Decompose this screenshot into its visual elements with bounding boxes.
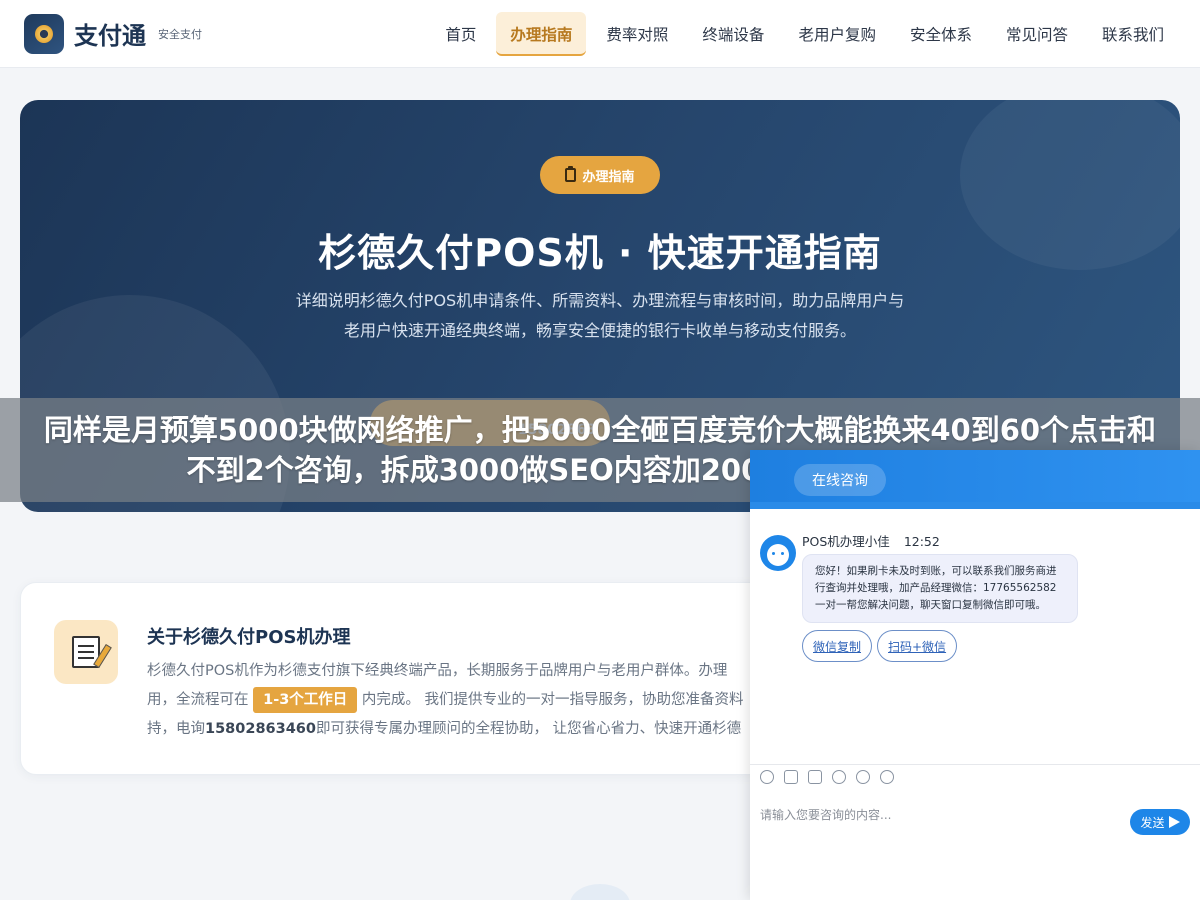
nav-contact[interactable]: 联系我们 [1088, 12, 1178, 56]
about-text-line: 杉德久付POS机作为杉德支付旗下经典终端产品，长期服务于品牌用户与老用户群体。办… [147, 663, 728, 679]
hero-title: 杉德久付POS机 · 快速开通指南 [318, 231, 882, 275]
nav-rates[interactable]: 费率对照 [592, 12, 682, 56]
chat-widget: 在线咨询 POS机办理小佳 12:52 您好！如果刷卡未及时到账，可以联系我们服务… [750, 450, 1200, 900]
hero-badge: 办理指南 [540, 156, 660, 194]
image-icon[interactable] [784, 770, 798, 784]
brand-name[interactable]: 支付通 [74, 16, 146, 51]
send-label: 发送 [1140, 815, 1165, 830]
avatar-face-icon [767, 544, 789, 566]
scan-wechat-label: 扫码+微信 [888, 639, 947, 654]
page: 支付通 安全支付 首页 办理指南 费率对照 终端设备 老用户复购 安全体系 常见… [0, 0, 1200, 900]
about-icon-box [54, 620, 118, 684]
main-nav: 首页 办理指南 费率对照 终端设备 老用户复购 安全体系 常见问答 联系我们 [431, 12, 1178, 56]
nav-devices[interactable]: 终端设备 [688, 12, 778, 56]
about-card: 关于杉德久付POS机办理 杉德久付POS机作为杉德支付旗下经典终端产品，长期服务… [20, 582, 780, 775]
nav-home[interactable]: 首页 [431, 12, 490, 56]
nav-guide[interactable]: 办理指南 [496, 12, 587, 56]
nav-faq[interactable]: 常见问答 [992, 12, 1082, 56]
about-title: 关于杉德久付POS机办理 [147, 627, 351, 648]
screenshot-icon[interactable] [808, 770, 822, 784]
copy-wechat-button[interactable]: 微信复制 [802, 630, 873, 662]
about-phone[interactable]: 15802863460 [205, 721, 316, 737]
top-header: 支付通 安全支付 首页 办理指南 费率对照 终端设备 老用户复购 安全体系 常见… [0, 0, 1200, 68]
about-text-line: 持，电询 [147, 721, 205, 737]
chat-body: POS机办理小佳 12:52 您好！如果刷卡未及时到账，可以联系我们服务商进行查询… [750, 509, 1200, 764]
chat-header-button[interactable]: 在线咨询 [794, 463, 886, 496]
voice-icon[interactable] [856, 770, 870, 784]
nav-security[interactable]: 安全体系 [896, 12, 986, 56]
agent-avatar [760, 535, 796, 571]
scan-wechat-button[interactable]: 扫码+微信 [877, 630, 958, 662]
memo-icon [72, 636, 100, 668]
hero-description: 详细说明杉德久付POS机申请条件、所需资料、办理流程与审核时间，助力品牌用户与老… [295, 291, 905, 340]
about-text-line: 即可获得专属办理顾问的全程协助， 让您省心省力、快速开通杉德 [315, 721, 742, 737]
about-text-line: 内完成。 我们提供专业的一对一指导服务，协助您准备资料 [361, 692, 744, 708]
chat-input[interactable] [760, 800, 1120, 830]
brand-tagline: 安全支付 [158, 27, 202, 41]
chat-header: 在线咨询 [750, 450, 1200, 509]
rating-icon[interactable] [832, 770, 846, 784]
processing-days-badge: 1-3个工作日 [253, 687, 358, 713]
logo-coin-icon [35, 24, 53, 43]
chat-divider [750, 764, 1200, 765]
message-time: 12:52 [903, 534, 940, 549]
nav-repurchase[interactable]: 老用户复购 [784, 12, 890, 56]
copy-wechat-label: 微信复制 [813, 639, 862, 654]
scroll-decor [570, 884, 630, 900]
wechat-icon[interactable] [880, 770, 894, 784]
brand-logo[interactable] [24, 13, 64, 54]
chat-toolbar [760, 770, 894, 784]
send-button[interactable]: 发送 [1130, 809, 1190, 835]
emoji-icon[interactable] [760, 770, 774, 784]
agent-message: 您好！如果刷卡未及时到账，可以联系我们服务商进行查询并处理哦，加产品经理微信：1… [802, 554, 1078, 623]
agent-name-line: POS机办理小佳 12:52 [802, 531, 940, 550]
hero-badge-label: 办理指南 [582, 169, 635, 185]
about-text: 杉德久付POS机作为杉德支付旗下经典终端产品，长期服务于品牌用户与老用户群体。办… [147, 657, 847, 744]
send-arrow-icon [1168, 816, 1180, 828]
clipboard-icon [565, 166, 577, 182]
agent-name: POS机办理小佳 [802, 534, 890, 549]
about-text-line: 用，全流程可在 [147, 692, 249, 708]
